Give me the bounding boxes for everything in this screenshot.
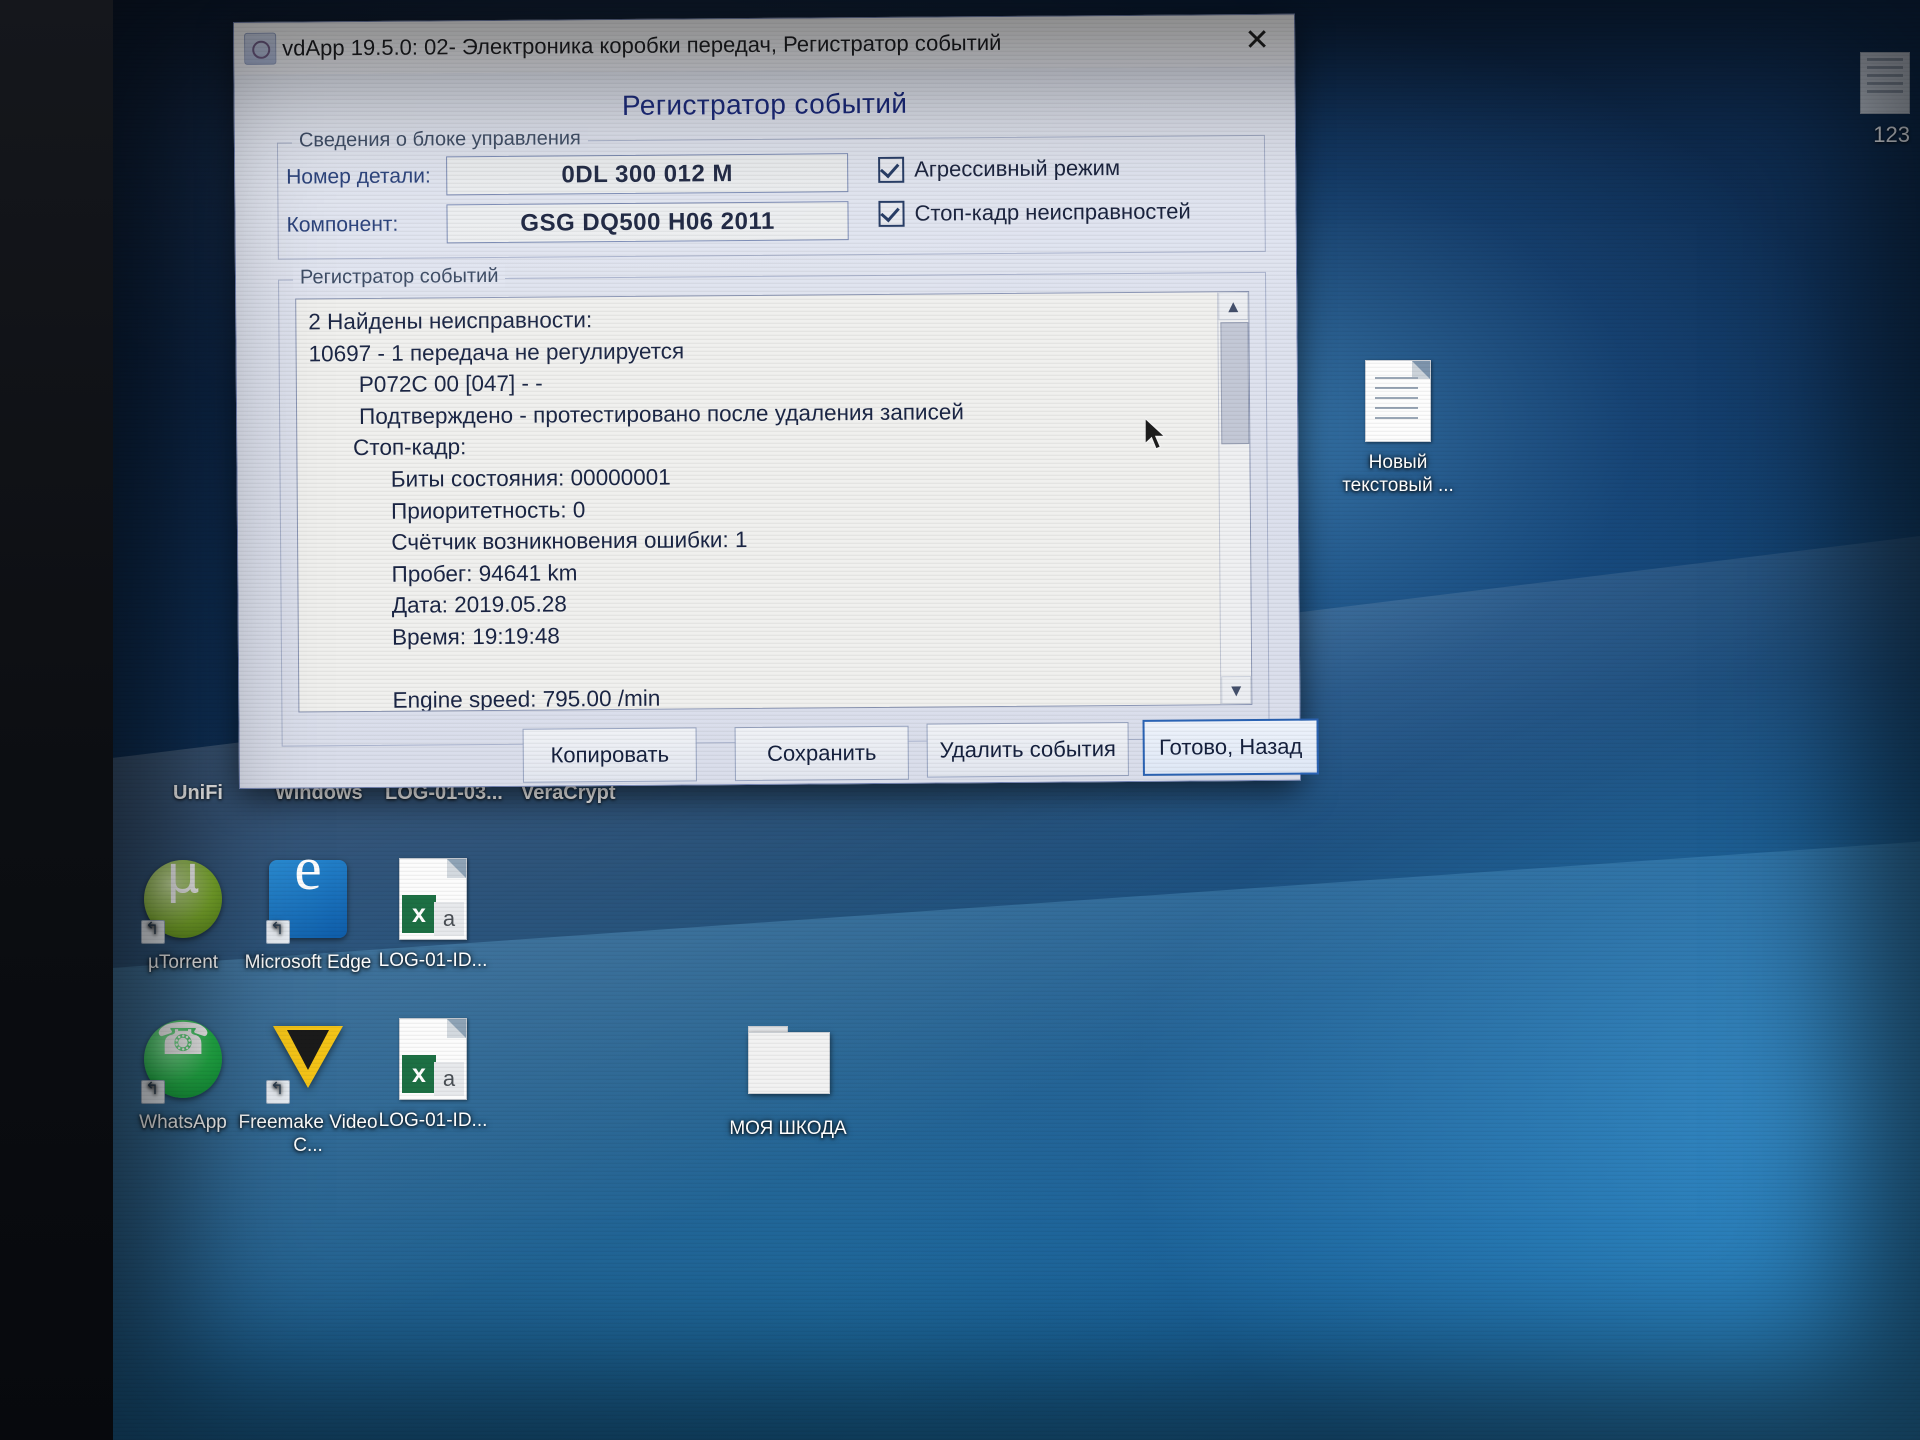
corner-number: 123 [1873, 122, 1910, 147]
folder-icon [746, 1026, 830, 1110]
freeze-frame-checkbox-row[interactable]: Стоп-кадр неисправностей [878, 198, 1191, 227]
edge-icon [266, 858, 350, 944]
checkbox-freeze-frame-icon[interactable] [878, 200, 905, 227]
page-title: Регистратор событий [621, 87, 908, 121]
done-back-button[interactable]: Готово, Назад [1142, 718, 1319, 776]
close-icon[interactable]: ✕ [1226, 19, 1288, 63]
taskbar-label-unifi[interactable]: UniFi [173, 782, 223, 805]
excel-icon: xa [391, 858, 475, 942]
component-label: Компонент: [286, 212, 399, 237]
event-log-group: Регистратор событий 2 Найдены неисправно… [278, 264, 1319, 783]
app-icon [244, 32, 277, 65]
event-log-scrollbar[interactable]: ▲ ▼ [1217, 292, 1252, 705]
component-field[interactable]: GSG DQ500 H06 2011 [446, 201, 849, 244]
textfile-icon [1356, 360, 1440, 444]
utorrent-icon [141, 860, 225, 944]
desktop-icon-log01-b[interactable]: xa LOG-01-ID... [358, 1018, 508, 1132]
window-title: vdApp 19.5.0: 02- Электроника коробки пе… [282, 29, 1002, 61]
whatsapp-icon [141, 1020, 225, 1104]
save-button[interactable]: Сохранить [734, 725, 909, 782]
freemake-icon [266, 1020, 350, 1104]
delete-events-button[interactable]: Удалить события [926, 721, 1129, 778]
checkbox-freeze-frame-label: Стоп-кадр неисправностей [914, 198, 1191, 226]
checkbox-aggressive-icon[interactable] [878, 156, 905, 183]
desktop-icon-label: LOG-01-ID... [378, 1110, 488, 1131]
desktop-icon-moya-skoda[interactable]: МОЯ ШКОДА [713, 1018, 863, 1140]
scroll-up-icon[interactable]: ▲ [1218, 292, 1249, 321]
event-log-dialog: vdApp 19.5.0: 02- Электроника коробки пе… [233, 13, 1319, 789]
desktop-icon-label: МОЯ ШКОДА [729, 1118, 847, 1139]
component-row: Компонент: GSG DQ500 H06 2011 [286, 201, 849, 244]
desktop-icon-label: LOG-01-ID... [378, 950, 488, 971]
copy-button[interactable]: Копировать [522, 727, 697, 783]
part-number-field[interactable]: 0DL 300 012 M [446, 153, 849, 196]
part-number-label: Номер детали: [286, 163, 431, 189]
control-unit-group: Сведения о блоке управления Номер детали… [276, 127, 1266, 260]
event-log-legend: Регистратор событий [292, 264, 506, 290]
window-edge-strip [1860, 52, 1910, 114]
event-log-text: 2 Найдены неисправности: 10697 - 1 перед… [308, 307, 964, 713]
dialog-title-bar[interactable]: vdApp 19.5.0: 02- Электроника коробки пе… [234, 14, 1295, 76]
aggressive-mode-checkbox-row[interactable]: Агрессивный режим [878, 155, 1120, 183]
part-number-row: Номер детали: 0DL 300 012 M [286, 153, 849, 196]
desktop-icon-log01-a[interactable]: xa LOG-01-ID... [358, 858, 508, 972]
excel-icon: xa [391, 1018, 475, 1102]
checkbox-aggressive-label: Агрессивный режим [914, 155, 1121, 182]
event-log-textarea[interactable]: 2 Найдены неисправности: 10697 - 1 перед… [295, 291, 1253, 713]
dialog-body: Регистратор событий Сведения о блоке упр… [234, 66, 1319, 788]
control-unit-legend: Сведения о блоке управления [291, 127, 588, 153]
desktop-icon-textfile[interactable]: Новый текстовый ... [1323, 360, 1473, 497]
monitor-bezel: 123 Новый текстовый ... UniFi Windows LO… [0, 0, 1920, 1440]
desktop-icon-label: Новый текстовый ... [1342, 452, 1454, 496]
scrollbar-thumb[interactable] [1220, 322, 1250, 445]
screen: 123 Новый текстовый ... UniFi Windows LO… [113, 0, 1920, 1440]
scroll-down-icon[interactable]: ▼ [1221, 676, 1252, 705]
